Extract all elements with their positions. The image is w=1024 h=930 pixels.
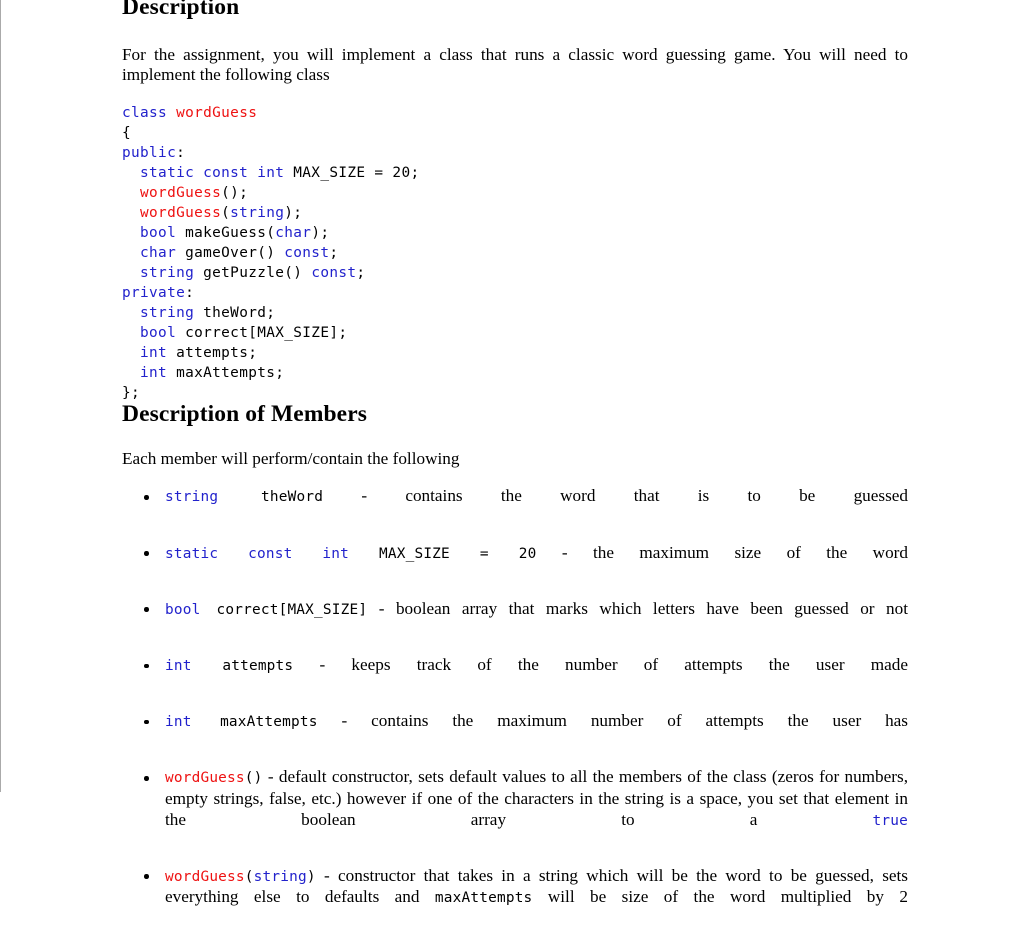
list-item-text: static const int MAX_SIZE = 20 - the max… [165,542,908,562]
bullet-icon [144,874,149,879]
code-token: char [275,224,312,241]
inline-code: MAX_SIZE = 20 [349,545,537,562]
code-token: wordGuess [140,204,222,221]
list-item-text: bool correct[MAX_SIZE] - boolean array t… [165,598,908,618]
code-token: ); [284,204,303,221]
inline-code: true [872,812,908,829]
inline-code: bool [165,601,201,618]
code-token: theWord; [194,305,276,322]
member-max-size: static const int MAX_SIZE = 20 - the max… [122,543,908,585]
member-description-list: string theWord - contains the word that … [122,486,908,929]
inline-code: maxAttempts [434,890,533,907]
code-token: class [122,104,168,121]
code-token: bool [140,325,177,342]
code-token: maxAttempts; [167,365,285,382]
code-token: correct[MAX_SIZE]; [176,325,348,342]
member-string-theword: string theWord - contains the word that … [122,486,908,528]
bullet-icon [144,775,149,781]
inline-code: string [253,868,307,885]
code-token: const [284,245,330,262]
description-paragraph: For the assignment, you will implement a… [122,44,908,85]
code-token: ( [221,204,231,221]
class-declaration-code-block: class wordGuess { public: static const i… [122,103,908,404]
inline-code: maxAttempts [191,714,318,731]
code-token: gameOver() [176,245,285,262]
list-item-text: int attempts - keeps track of the number… [165,655,908,675]
member-bool-correct: bool correct[MAX_SIZE] - boolean array t… [122,599,908,641]
bullet-icon [144,607,149,612]
code-token: int [140,365,168,382]
member-int-maxattempts: int maxAttempts - contains the maximum n… [122,711,908,753]
member-string-constructor: wordGuess(string) - constructor that tak… [122,866,908,930]
code-token: bool [140,224,177,241]
members-section-title: Description of Members [122,401,367,428]
page-title: Description [122,0,240,20]
code-token: string [230,204,285,221]
inline-code: ) [306,868,316,885]
code-token: getPuzzle() [194,265,312,282]
code-token: string [140,305,195,322]
code-token: string [140,265,195,282]
code-token: int [140,345,168,362]
code-token: private [122,285,186,302]
list-item-text: wordGuess() - default constructor, sets … [165,767,908,829]
inline-code: int [165,658,192,675]
list-item-text: int maxAttempts - contains the maximum n… [165,711,908,731]
code-token: static const int [140,164,285,181]
document-page: Description For the assignment, you will… [0,0,1024,906]
bullet-icon [144,719,149,725]
bullet-icon [144,494,149,500]
code-token: char [140,245,177,262]
member-int-attempts: int attempts - keeps track of the number… [122,655,908,697]
inline-code: string [165,489,219,506]
inline-code: correct[MAX_SIZE] [200,601,368,618]
inline-code: () [244,770,263,787]
bullet-icon [144,551,149,556]
members-intro-paragraph: Each member will perform/contain the fol… [122,448,460,468]
code-token: public [122,144,177,161]
code-token: (); [221,184,249,201]
code-token: { [122,124,132,141]
code-token: : [176,144,186,161]
document-content-column: Description For the assignment, you will… [122,0,908,930]
code-token: ); [311,224,330,241]
code-token: ; [356,265,366,282]
member-default-constructor: wordGuess() - default constructor, sets … [122,767,908,851]
inline-code: int [165,714,192,731]
code-token: : [185,285,195,302]
inline-code: theWord [218,489,324,506]
code-token: wordGuess [140,184,222,201]
code-token: ; [329,245,339,262]
inline-code: attempts [191,658,294,675]
code-token: attempts; [167,345,258,362]
inline-code: static const int [165,545,350,562]
code-token: MAX_SIZE = 20; [284,164,420,181]
list-item-text: wordGuess(string) - constructor that tak… [165,865,908,907]
code-token: }; [122,385,141,402]
list-item-text: string theWord - contains the word that … [165,486,908,506]
code-token: const [311,265,357,282]
inline-code: ( [244,868,254,885]
code-token: wordGuess [176,104,258,121]
inline-code: wordGuess [165,868,245,885]
bullet-icon [144,663,149,669]
inline-code: wordGuess [165,770,245,787]
code-token: makeGuess( [176,224,276,241]
